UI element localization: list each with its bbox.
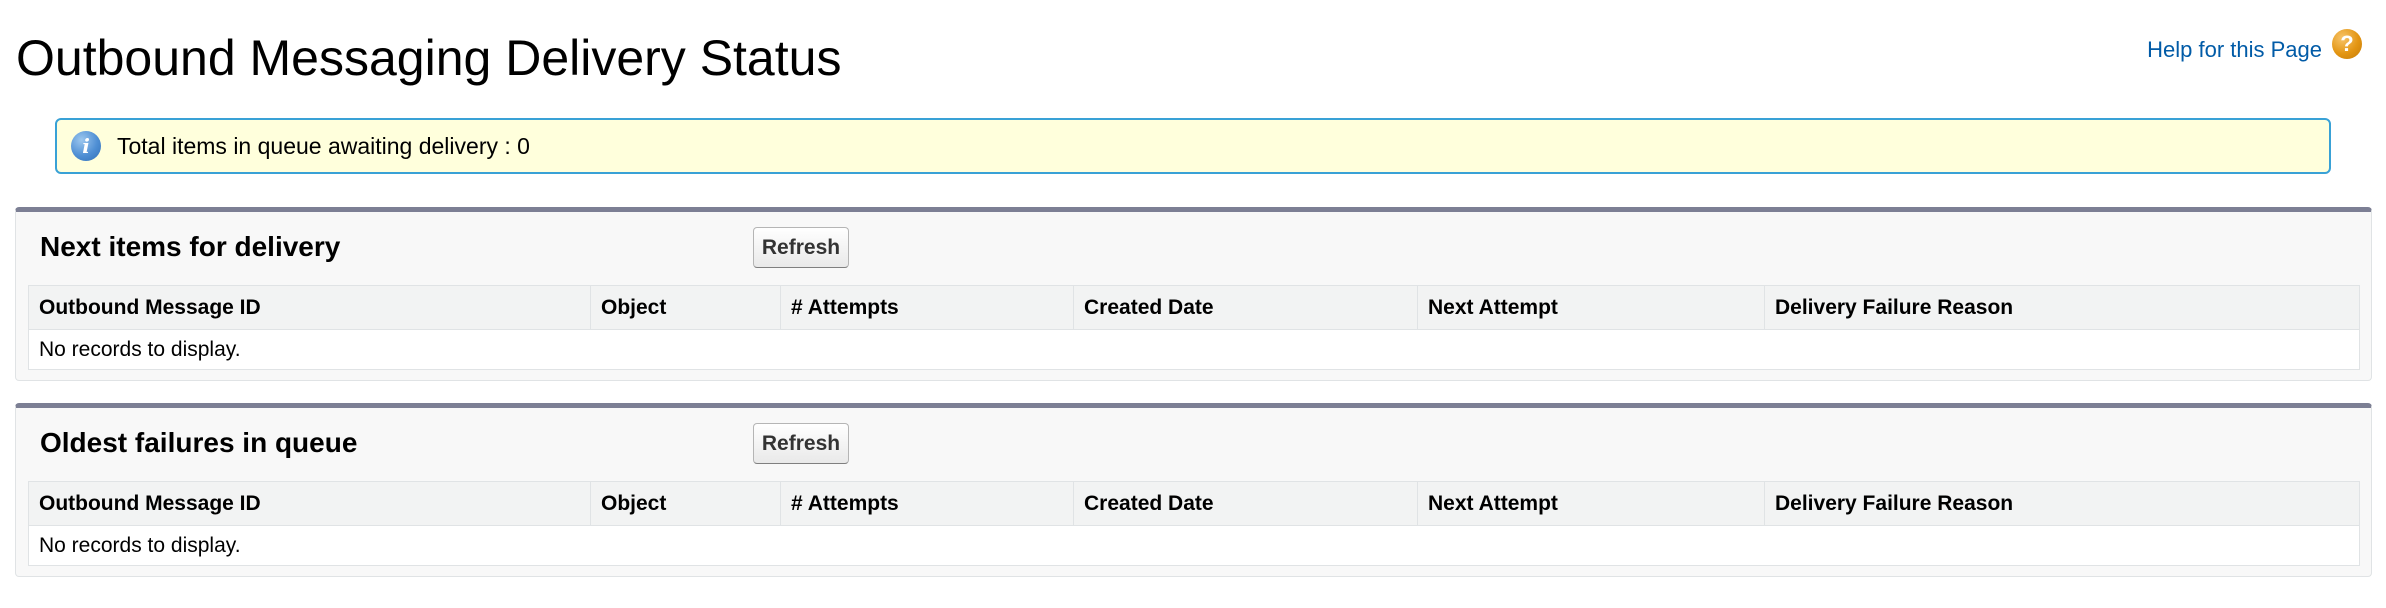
info-icon: i (71, 131, 101, 161)
column-header-delivery-failure-reason[interactable]: Delivery Failure Reason (1764, 481, 2360, 526)
column-header-attempts[interactable]: # Attempts (780, 285, 1074, 330)
refresh-button[interactable]: Refresh (753, 423, 849, 464)
info-message-text: Total items in queue awaiting delivery :… (117, 132, 530, 159)
column-header-outbound-message-id[interactable]: Outbound Message ID (28, 481, 591, 526)
table-row: No records to display. (29, 330, 2360, 370)
empty-table-message: No records to display. (39, 337, 241, 361)
table-header-row: Outbound Message ID Object # Attempts Cr… (28, 285, 2360, 330)
table-header-row: Outbound Message ID Object # Attempts Cr… (28, 481, 2360, 526)
column-header-object[interactable]: Object (590, 285, 781, 330)
info-message-box: i Total items in queue awaiting delivery… (55, 118, 2331, 174)
help-link[interactable]: Help for this Page ? (2147, 28, 2362, 72)
oldest-failures-table: Outbound Message ID Object # Attempts Cr… (28, 481, 2360, 566)
next-items-table: Outbound Message ID Object # Attempts Cr… (28, 285, 2360, 370)
next-items-section: Next items for delivery Refresh Outbound… (15, 207, 2372, 381)
empty-table-message: No records to display. (39, 533, 241, 557)
column-header-attempts[interactable]: # Attempts (780, 481, 1074, 526)
oldest-failures-section: Oldest failures in queue Refresh Outboun… (15, 403, 2372, 577)
column-header-created-date[interactable]: Created Date (1073, 285, 1418, 330)
column-header-object[interactable]: Object (590, 481, 781, 526)
column-header-delivery-failure-reason[interactable]: Delivery Failure Reason (1764, 285, 2360, 330)
section-title: Next items for delivery (40, 231, 341, 262)
table-row: No records to display. (29, 526, 2360, 566)
column-header-next-attempt[interactable]: Next Attempt (1417, 285, 1765, 330)
help-link-label[interactable]: Help for this Page (2147, 28, 2322, 72)
section-title: Oldest failures in queue (40, 427, 358, 458)
column-header-next-attempt[interactable]: Next Attempt (1417, 481, 1765, 526)
section-header: Next items for delivery Refresh (16, 212, 2371, 285)
section-header: Oldest failures in queue Refresh (16, 408, 2371, 481)
refresh-button[interactable]: Refresh (753, 227, 849, 268)
help-icon[interactable]: ? (2332, 29, 2362, 59)
column-header-created-date[interactable]: Created Date (1073, 481, 1418, 526)
page-title: Outbound Messaging Delivery Status (16, 30, 842, 86)
column-header-outbound-message-id[interactable]: Outbound Message ID (28, 285, 591, 330)
